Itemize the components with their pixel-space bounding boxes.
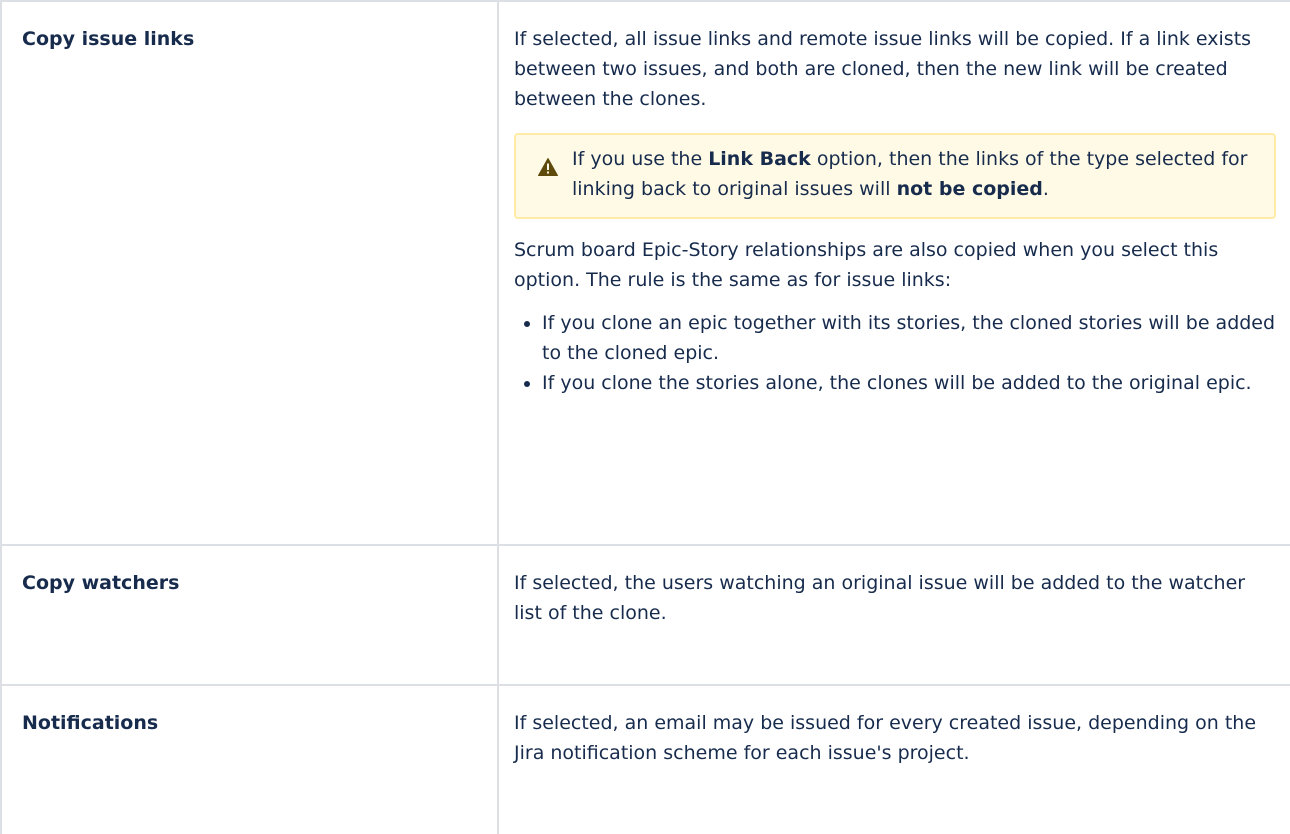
table-row: Copy watchers If selected, the users wat… xyxy=(0,544,1290,686)
option-name-notifications: Notifications xyxy=(0,684,499,834)
description-intro: If selected, all issue links and remote … xyxy=(514,28,1252,110)
not-be-copied-emphasis: not be copied xyxy=(896,178,1043,200)
list-item: If you clone the stories alone, the clon… xyxy=(542,368,1276,398)
description-epic-story: Scrum board Epic-Story relationships are… xyxy=(514,239,1219,291)
option-description-copy-watchers: If selected, the users watching an origi… xyxy=(497,544,1290,686)
option-name-copy-watchers: Copy watchers xyxy=(0,544,499,686)
option-name-copy-issue-links: Copy issue links xyxy=(0,0,499,546)
table-row: Notifications If selected, an email may … xyxy=(0,684,1290,834)
options-table: Copy issue links If selected, all issue … xyxy=(0,0,1290,834)
warning-panel: If you use the Link Back option, then th… xyxy=(514,133,1276,219)
link-back-term: Link Back xyxy=(708,148,811,170)
option-description-notifications: If selected, an email may be issued for … xyxy=(497,684,1290,834)
table-row: Copy issue links If selected, all issue … xyxy=(0,0,1290,546)
warning-icon xyxy=(538,158,558,176)
list-item: If you clone an epic together with its s… xyxy=(542,308,1276,368)
bullet-list: If you clone an epic together with its s… xyxy=(514,308,1276,398)
option-description-copy-issue-links: If selected, all issue links and remote … xyxy=(497,0,1290,546)
warning-text: If you use the Link Back option, then th… xyxy=(572,148,1248,200)
